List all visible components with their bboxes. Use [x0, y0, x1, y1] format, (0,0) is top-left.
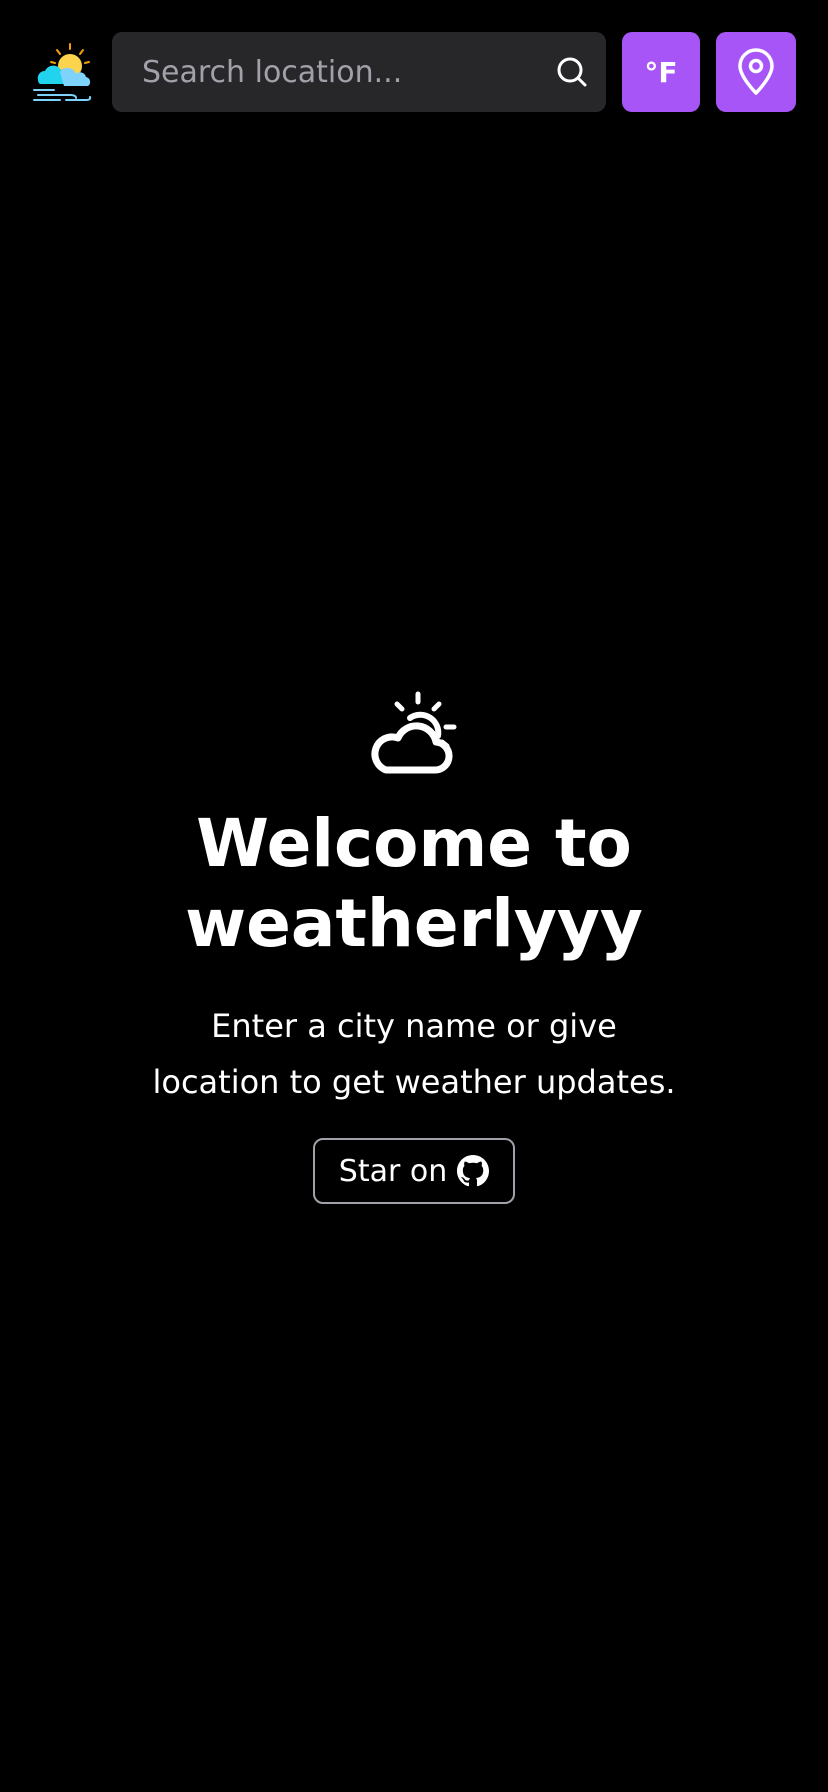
partly-cloudy-icon [371, 691, 457, 774]
welcome-section: Welcome to weatherlyyy Enter a city name… [0, 690, 828, 1204]
current-location-button[interactable] [716, 32, 796, 112]
map-pin-icon [738, 48, 774, 95]
search-input[interactable] [142, 32, 542, 112]
star-button-label: Star on [338, 1153, 448, 1189]
welcome-subtitle-line-1: Enter a city name or give [211, 1007, 617, 1045]
welcome-title-line-2: weatherlyyy [185, 885, 643, 962]
welcome-title-line-1: Welcome to [196, 805, 632, 882]
unit-toggle-button[interactable]: °F [622, 32, 700, 112]
welcome-title: Welcome to weatherlyyy [64, 804, 764, 964]
github-icon [457, 1155, 490, 1187]
welcome-subtitle: Enter a city name or give location to ge… [134, 998, 694, 1110]
top-bar: °F [0, 32, 828, 112]
weather-logo-icon [33, 43, 92, 101]
welcome-subtitle-line-2: location to get weather updates. [152, 1063, 676, 1101]
search-box [112, 32, 606, 112]
star-on-github-button[interactable]: Star on [312, 1138, 516, 1204]
search-icon[interactable] [556, 56, 588, 88]
